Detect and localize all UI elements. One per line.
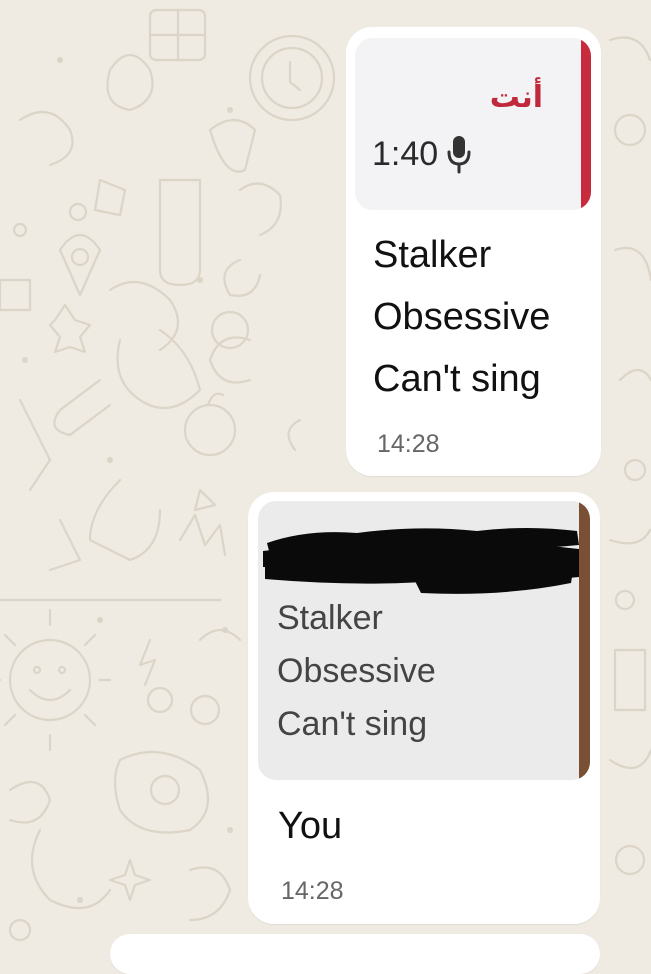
- message-line: Obsessive: [373, 296, 551, 338]
- voice-duration: 1:40: [372, 134, 439, 173]
- microphone-icon: [446, 134, 472, 174]
- message-bubble[interactable]: Stalker Obsessive Can't sing You 14:28: [248, 492, 600, 924]
- voice-message-info: 1:40: [372, 134, 472, 174]
- quoted-line: Can't sing: [277, 705, 428, 743]
- quote-accent-bar: [581, 38, 591, 210]
- quoted-text: Stalker Obsessive Can't sing: [277, 592, 436, 751]
- message-timestamp: 14:28: [281, 877, 344, 905]
- message-line: Can't sing: [373, 358, 541, 400]
- message-text: You: [278, 805, 343, 847]
- message-text: Stalker Obsessive Can't sing: [373, 224, 550, 410]
- quoted-sender-name: أنت: [489, 80, 543, 115]
- quoted-line: Stalker: [277, 599, 383, 637]
- message-bubble-partial[interactable]: [110, 934, 600, 974]
- quote-accent-bar: [579, 501, 590, 780]
- quoted-message[interactable]: Stalker Obsessive Can't sing: [258, 501, 590, 780]
- quoted-line: Obsessive: [277, 652, 436, 690]
- message-timestamp: 14:28: [377, 430, 440, 458]
- message-line: Stalker: [373, 234, 492, 276]
- message-bubble[interactable]: أنت 1:40 Stalker Obsessive Can't sing 14…: [346, 27, 601, 476]
- redacted-sender-name: [263, 528, 581, 594]
- quoted-voice-message[interactable]: أنت 1:40: [355, 38, 591, 210]
